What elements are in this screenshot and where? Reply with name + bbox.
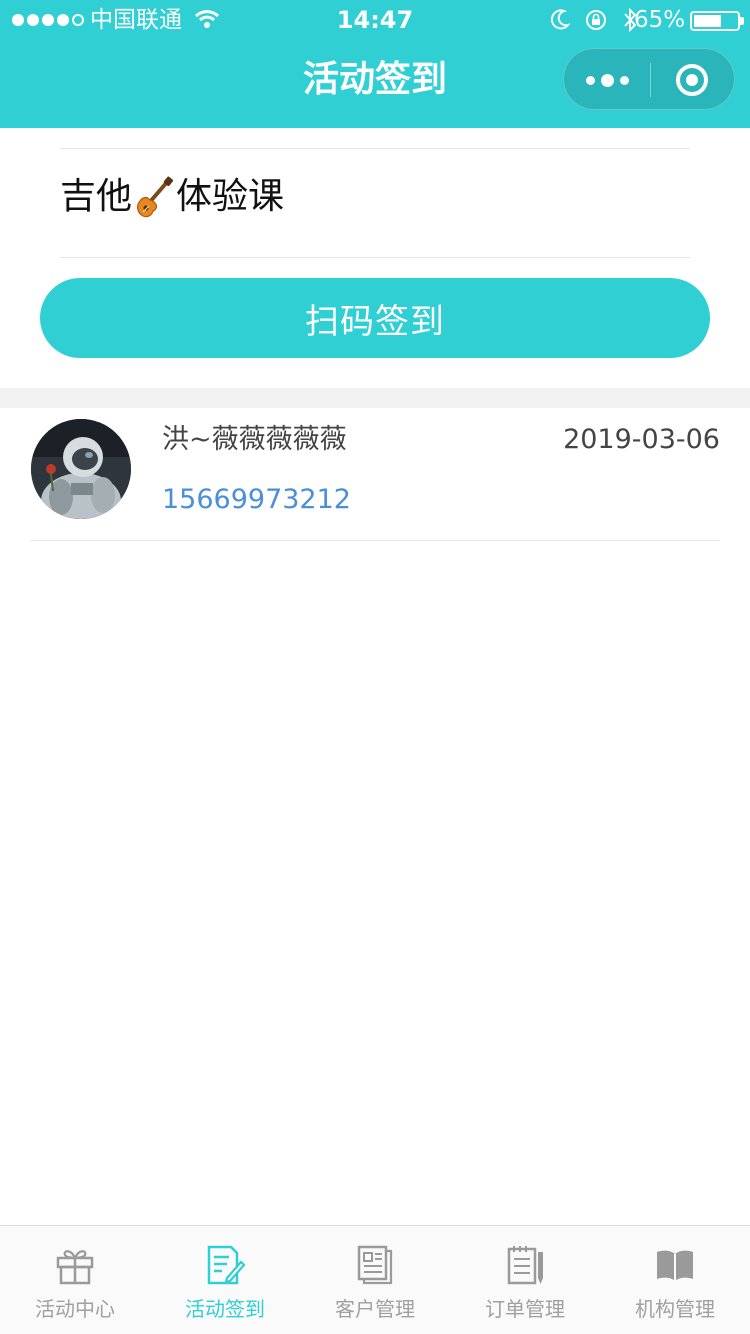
screen: 中国联通 14:47 65% 活动签到 吉他 体验课 扫码签到 洪~薇薇薇薇薇 … — [0, 0, 750, 1334]
course-title-suffix: 体验课 — [176, 176, 285, 217]
capsule-divider — [650, 63, 651, 97]
guitar-icon — [137, 176, 174, 218]
tab-bar: 活动中心 活动签到 客户管理 订单管理 机构管理 — [0, 1225, 750, 1334]
tab-activity-sign-in[interactable]: 活动签到 — [150, 1226, 300, 1334]
astronaut-avatar — [31, 419, 131, 519]
status-icons — [550, 7, 638, 33]
order-notepad-icon — [507, 1246, 543, 1285]
open-book-icon — [657, 1250, 693, 1281]
battery-icon — [690, 11, 740, 31]
sign-in-date: 2019-03-06 — [563, 424, 720, 455]
tab-label: 活动签到 — [185, 1297, 265, 1321]
header: 中国联通 14:47 65% 活动签到 — [0, 0, 750, 128]
divider — [30, 540, 720, 541]
tab-label: 订单管理 — [485, 1297, 565, 1321]
battery-nub — [740, 17, 744, 25]
target-circle-icon[interactable] — [676, 64, 708, 96]
scan-sign-in-button[interactable]: 扫码签到 — [40, 278, 710, 358]
tab-label: 机构管理 — [635, 1297, 715, 1321]
tab-activity-center[interactable]: 活动中心 — [0, 1226, 150, 1334]
tab-organization-management[interactable]: 机构管理 — [600, 1226, 750, 1334]
customer-files-icon — [357, 1245, 393, 1285]
divider — [60, 148, 690, 149]
more-dot — [585, 75, 595, 85]
attendee-phone-link[interactable]: 15669973212 — [162, 482, 351, 518]
tab-customer-management[interactable]: 客户管理 — [300, 1226, 450, 1334]
more-dot — [619, 75, 629, 85]
mini-program-capsule — [563, 48, 735, 110]
status-bar: 中国联通 14:47 65% — [0, 0, 750, 40]
tab-order-management[interactable]: 订单管理 — [450, 1226, 600, 1334]
avatar — [31, 419, 131, 519]
gift-icon — [56, 1250, 94, 1285]
course-title: 吉他 体验课 — [60, 172, 284, 222]
battery-percent: 65% — [634, 7, 686, 33]
more-dots-icon[interactable] — [564, 49, 650, 111]
moon-icon — [550, 9, 570, 30]
rotation-lock-icon — [586, 10, 606, 30]
sign-in-document-icon — [207, 1245, 245, 1285]
tab-label: 活动中心 — [35, 1297, 115, 1321]
attendee-name: 洪~薇薇薇薇薇 — [162, 424, 347, 455]
course-title-prefix: 吉他 — [60, 176, 133, 217]
battery-level — [694, 15, 721, 27]
more-dot — [600, 73, 614, 87]
tab-label: 客户管理 — [335, 1297, 415, 1321]
section-gap — [0, 388, 750, 408]
divider — [60, 257, 690, 258]
list-item[interactable]: 洪~薇薇薇薇薇 2019-03-06 15669973212 — [0, 408, 750, 541]
